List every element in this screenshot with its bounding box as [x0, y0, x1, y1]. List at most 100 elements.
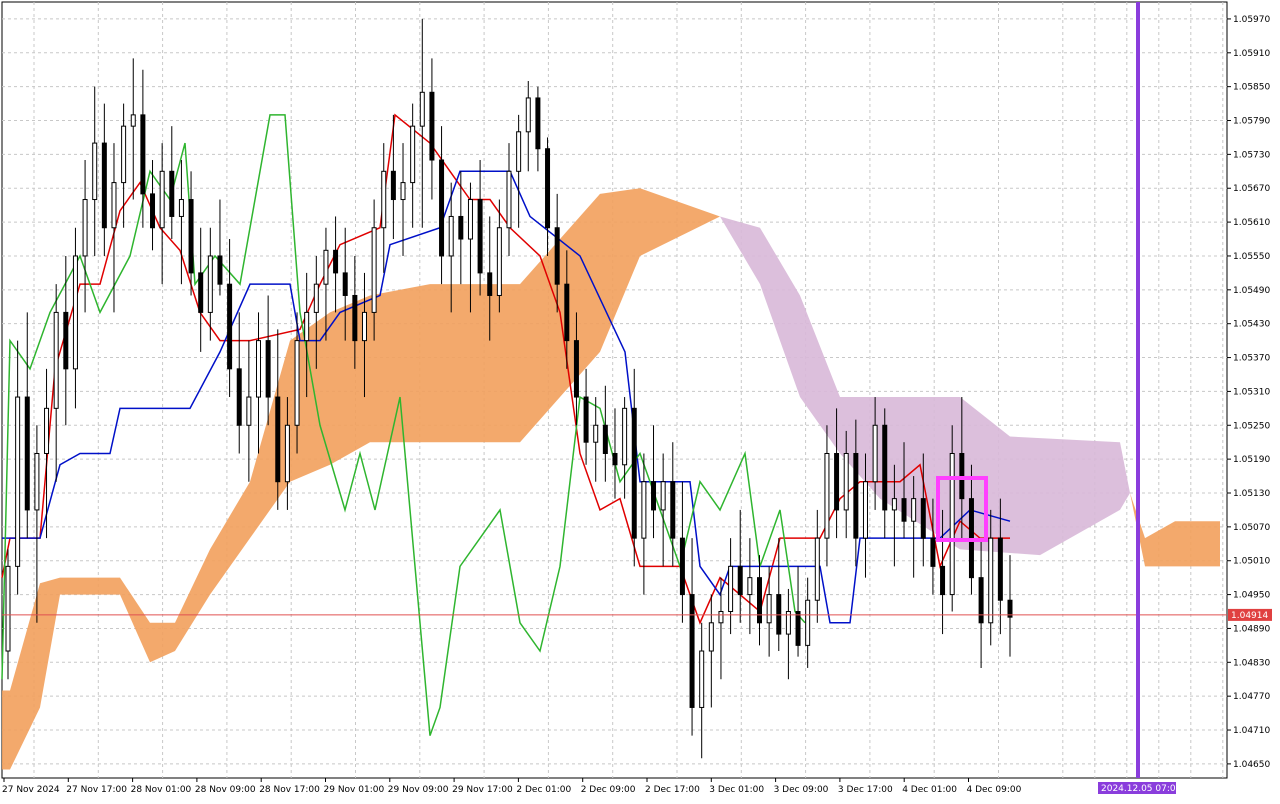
candle-body: [660, 481, 666, 511]
candle-body: [602, 424, 608, 454]
time-label: 28 Nov 17:00: [259, 785, 320, 795]
candle-body: [53, 311, 59, 409]
price-label: 1.05610: [1233, 218, 1270, 228]
candle-body: [651, 481, 657, 511]
candle-body: [564, 283, 570, 342]
time-label: 3 Dec 01:00: [709, 785, 764, 795]
candle-body: [795, 611, 801, 646]
time-label: 28 Nov 09:00: [195, 785, 256, 795]
price-label: 1.05310: [1233, 387, 1270, 397]
price-label: 1.05250: [1233, 421, 1270, 431]
time-label: 29 Nov 17:00: [452, 785, 513, 795]
price-label: 1.04890: [1233, 624, 1270, 634]
candle-body: [949, 452, 955, 596]
candle-body: [130, 114, 136, 127]
candle-body: [843, 452, 849, 511]
candle-body: [265, 340, 271, 398]
candle-body: [5, 565, 11, 652]
candle-body: [545, 148, 551, 229]
time-label: 2 Dec 09:00: [581, 785, 636, 795]
price-label: 1.04650: [1233, 760, 1270, 770]
candle-body: [516, 131, 522, 172]
candle-body: [487, 272, 493, 296]
candle-body: [805, 599, 811, 646]
price-label: 1.05790: [1233, 117, 1270, 127]
chart-window[interactable]: 1.04914 2024.12.05 07:00 1.05970 1.05910 1.…: [0, 0, 1280, 800]
price-label: 1.05730: [1233, 150, 1270, 160]
candle-body: [679, 537, 685, 596]
candle-body: [44, 407, 50, 454]
plot-frame: [1, 1, 1228, 779]
candle-body: [159, 170, 165, 229]
candle-body: [747, 577, 753, 596]
price-label: 1.04770: [1233, 692, 1270, 702]
candle-body: [227, 283, 233, 370]
candle-body: [34, 452, 40, 511]
candle-body: [496, 227, 502, 296]
candle-body: [111, 182, 117, 229]
candle-body: [400, 182, 406, 201]
candle-body: [72, 255, 78, 370]
candle-body: [313, 283, 319, 313]
candle-body: [670, 481, 676, 539]
time-label: 29 Nov 09:00: [388, 785, 449, 795]
price-label: 1.05370: [1233, 354, 1270, 364]
candle-body: [477, 199, 483, 274]
candle-body: [882, 424, 888, 511]
time-label: 4 Dec 09:00: [967, 785, 1022, 795]
candle-body: [150, 193, 156, 229]
candle-body: [757, 577, 762, 624]
candle-body: [82, 199, 88, 257]
candle-body: [506, 170, 512, 229]
candle-body: [198, 272, 204, 313]
candle-body: [246, 396, 252, 426]
candle-body: [429, 91, 435, 161]
time-label: 4 Dec 01:00: [902, 785, 957, 795]
candle-body: [901, 498, 907, 522]
price-axis: 1.05970 1.05910 1.05850 1.05790 1.05730 1.056…: [1227, 15, 1270, 770]
candle-body: [390, 170, 396, 201]
candle-body: [178, 199, 184, 217]
candle-body: [439, 159, 445, 257]
candle-body: [419, 91, 425, 127]
price-label: 1.05070: [1233, 523, 1270, 533]
candle-body: [612, 452, 618, 466]
price-label: 1.05430: [1233, 320, 1270, 330]
candle-body: [121, 125, 127, 184]
grid: [1, 1, 1228, 779]
candle-body: [891, 498, 897, 511]
time-axis: 27 Nov 2024 27 Nov 17:00 28 Nov 01:00 28 No…: [2, 778, 1022, 795]
candle-body: [92, 142, 98, 201]
price-label: 1.05670: [1233, 184, 1270, 194]
candle-body: [448, 215, 454, 257]
time-label: 2 Dec 17:00: [645, 785, 700, 795]
future-time-label: 2024.12.05 07:00: [1101, 784, 1182, 794]
candle-body: [101, 142, 107, 229]
candle-body: [410, 125, 416, 184]
price-label: 1.05130: [1233, 489, 1270, 499]
candle-body: [583, 396, 589, 443]
time-label: 2 Dec 01:00: [516, 785, 571, 795]
candle-body: [304, 311, 310, 342]
candle-body: [853, 452, 859, 539]
candle-body: [333, 249, 339, 274]
candle-body: [911, 498, 917, 522]
candle-body: [140, 114, 146, 195]
candle-body: [940, 565, 946, 596]
price-label: 1.04950: [1233, 591, 1270, 601]
candle-body: [458, 215, 464, 240]
candle-body: [525, 97, 531, 133]
time-label: 27 Nov 2024: [2, 785, 60, 795]
ichimoku-chart[interactable]: 1.049142024.12.05 07:00 1.059701.059101.…: [0, 0, 1280, 800]
price-label: 1.05490: [1233, 286, 1270, 296]
price-label: 1.05550: [1233, 252, 1270, 262]
candle-body: [535, 97, 541, 150]
candle-body: [323, 249, 329, 285]
price-label: 1.05190: [1233, 455, 1270, 465]
candle-body: [207, 255, 213, 313]
candle-body: [352, 294, 358, 342]
candle-body: [930, 537, 936, 567]
candle-body: [920, 498, 926, 539]
candle-body: [728, 565, 734, 613]
time-label: 28 Nov 01:00: [131, 785, 192, 795]
